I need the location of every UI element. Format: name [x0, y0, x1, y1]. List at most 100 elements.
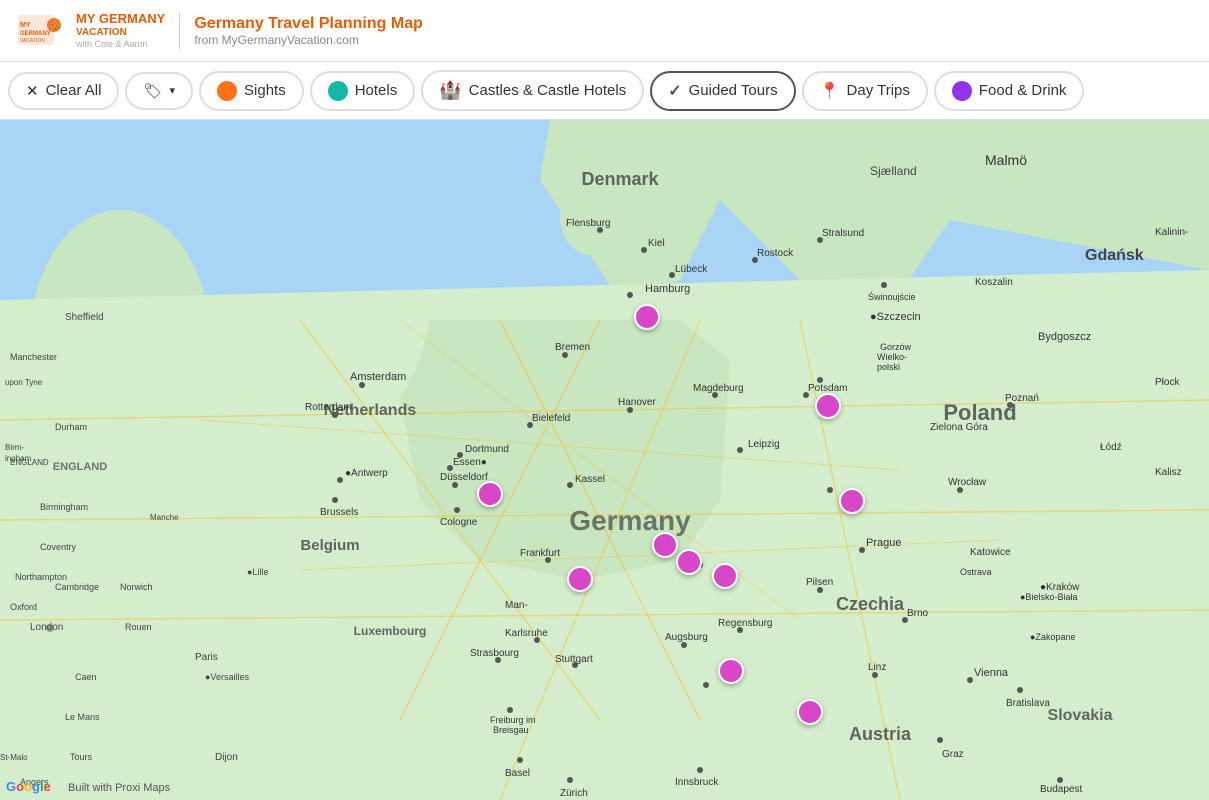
map-container[interactable]: Denmark Netherlands Belgium Luxembourg G… [0, 120, 1209, 800]
svg-text:Leipzig: Leipzig [748, 439, 780, 450]
guided-tours-button[interactable]: ✓ Guided Tours [650, 71, 795, 111]
svg-text:Koszalin: Koszalin [975, 277, 1013, 288]
tag-icon: 🏷 [143, 82, 162, 100]
svg-text:Kiel: Kiel [648, 238, 665, 249]
svg-text:Graz: Graz [942, 749, 964, 760]
day-trips-button[interactable]: 📍 Day Trips [802, 71, 928, 111]
toolbar: ✕ Clear All 🏷 ▾ Sights Hotels 🏰 Castles … [0, 62, 1209, 120]
svg-text:Austria: Austria [849, 724, 912, 744]
marker-nuremberg3[interactable] [712, 563, 738, 589]
clear-all-button[interactable]: ✕ Clear All [8, 72, 119, 110]
svg-text:Czechia: Czechia [836, 594, 905, 614]
marker-salzburg[interactable] [797, 699, 823, 725]
svg-text:●Lille: ●Lille [247, 567, 268, 577]
svg-text:Rotterdam: Rotterdam [305, 402, 352, 413]
svg-text:Slovakia: Slovakia [1048, 707, 1113, 724]
svg-text:Poznań: Poznań [1005, 393, 1039, 404]
castles-button[interactable]: 🏰 Castles & Castle Hotels [421, 70, 644, 111]
clear-all-icon: ✕ [26, 82, 39, 100]
svg-text:Tours: Tours [70, 752, 93, 762]
svg-text:St-Malo: St-Malo [0, 753, 28, 762]
marker-dresden[interactable] [839, 488, 865, 514]
svg-text:Germany: Germany [569, 505, 691, 536]
logo-sub: VACATION [76, 27, 165, 39]
svg-text:Magdeburg: Magdeburg [693, 383, 744, 394]
svg-text:Świnoujście: Świnoujście [868, 291, 916, 302]
clear-all-label: Clear All [46, 82, 102, 99]
google-logo: Google [6, 779, 51, 794]
hotels-button[interactable]: Hotels [310, 71, 416, 111]
svg-text:Budapest: Budapest [1040, 784, 1082, 795]
svg-text:Norwich: Norwich [120, 582, 153, 592]
svg-text:Gdańsk: Gdańsk [1085, 247, 1144, 264]
svg-text:Kalisz: Kalisz [1155, 467, 1182, 478]
svg-text:Belgium: Belgium [300, 537, 359, 554]
header: MY GERMANY VACATION 🥨 MY GERMANY VACATIO… [0, 0, 1209, 62]
svg-text:VACATION: VACATION [20, 38, 45, 44]
svg-text:GERMANY: GERMANY [20, 31, 51, 37]
logo-area: MY GERMANY VACATION 🥨 MY GERMANY VACATIO… [16, 9, 165, 53]
svg-text:Zürich: Zürich [560, 788, 588, 799]
svg-text:●Szczecin: ●Szczecin [870, 311, 921, 323]
sights-dot [217, 81, 237, 101]
svg-text:●Antwerp: ●Antwerp [345, 468, 388, 479]
svg-text:Bielefeld: Bielefeld [532, 413, 570, 424]
site-title-block: Germany Travel Planning Map from MyGerma… [194, 15, 423, 47]
marker-nuremberg2[interactable] [652, 532, 678, 558]
svg-text:Innsbruck: Innsbruck [675, 777, 719, 788]
svg-text:Basel: Basel [505, 768, 530, 779]
svg-text:Flensburg: Flensburg [566, 218, 610, 229]
svg-text:Amsterdam: Amsterdam [350, 371, 406, 383]
svg-text:Wrocław: Wrocław [948, 477, 987, 488]
svg-text:Oxford: Oxford [10, 602, 37, 612]
svg-text:Brussels: Brussels [320, 507, 358, 518]
svg-text:Sheffield: Sheffield [65, 312, 104, 323]
svg-text:●Versailles: ●Versailles [205, 672, 249, 682]
svg-text:Linz: Linz [868, 662, 886, 673]
tag-filter-button[interactable]: 🏷 ▾ [125, 72, 193, 110]
svg-text:Dijon: Dijon [215, 752, 238, 763]
svg-text:Cambridge: Cambridge [55, 582, 99, 592]
svg-text:Coventry: Coventry [40, 542, 77, 552]
sights-button[interactable]: Sights [199, 71, 304, 111]
marker-hamburg[interactable] [634, 304, 660, 330]
food-drink-dot [952, 81, 972, 101]
svg-text:Durham: Durham [55, 422, 87, 432]
svg-text:Lübeck: Lübeck [675, 264, 708, 275]
pin-icon: 📍 [820, 81, 840, 101]
svg-text:Zielona Góra: Zielona Góra [930, 422, 988, 433]
svg-text:Pilsen: Pilsen [806, 577, 833, 588]
svg-text:Brno: Brno [907, 608, 929, 619]
svg-text:Kassel: Kassel [575, 474, 605, 485]
castles-label: Castles & Castle Hotels [469, 82, 627, 99]
svg-text:Stralsund: Stralsund [822, 228, 864, 239]
svg-text:Northampton: Northampton [15, 572, 67, 582]
marker-munich[interactable] [718, 658, 744, 684]
marker-stuttgart[interactable] [567, 566, 593, 592]
svg-text:Bremen: Bremen [555, 342, 590, 353]
logo-germany: GERMANY [99, 11, 165, 26]
marker-dusseldorf[interactable] [477, 481, 503, 507]
marker-berlin[interactable] [815, 393, 841, 419]
svg-text:Breisgau: Breisgau [493, 725, 529, 735]
svg-text:Man-: Man- [505, 600, 528, 611]
svg-text:Sjælland: Sjælland [870, 164, 917, 178]
marker-nuremberg1[interactable] [676, 549, 702, 575]
svg-text:MY: MY [20, 22, 31, 29]
tag-chevron: ▾ [169, 84, 175, 97]
logo-tagline: with Cole & Aaron [76, 39, 165, 50]
svg-text:Cologne: Cologne [440, 517, 478, 528]
svg-text:Kalinin-: Kalinin- [1155, 227, 1188, 238]
svg-text:Rouen: Rouen [125, 622, 152, 632]
svg-text:Bratislava: Bratislava [1006, 698, 1050, 709]
svg-text:Manchester: Manchester [10, 352, 57, 362]
sights-label: Sights [244, 82, 286, 99]
svg-text:Frankfurt: Frankfurt [520, 548, 560, 559]
svg-text:Dortmund: Dortmund [465, 444, 509, 455]
svg-text:Manche: Manche [150, 513, 179, 522]
svg-text:Katowice: Katowice [970, 547, 1011, 558]
food-drink-button[interactable]: Food & Drink [934, 71, 1085, 111]
svg-text:Strasbourg: Strasbourg [470, 648, 519, 659]
svg-text:ingham: ingham [5, 454, 32, 463]
svg-text:Ostrava: Ostrava [960, 567, 992, 577]
